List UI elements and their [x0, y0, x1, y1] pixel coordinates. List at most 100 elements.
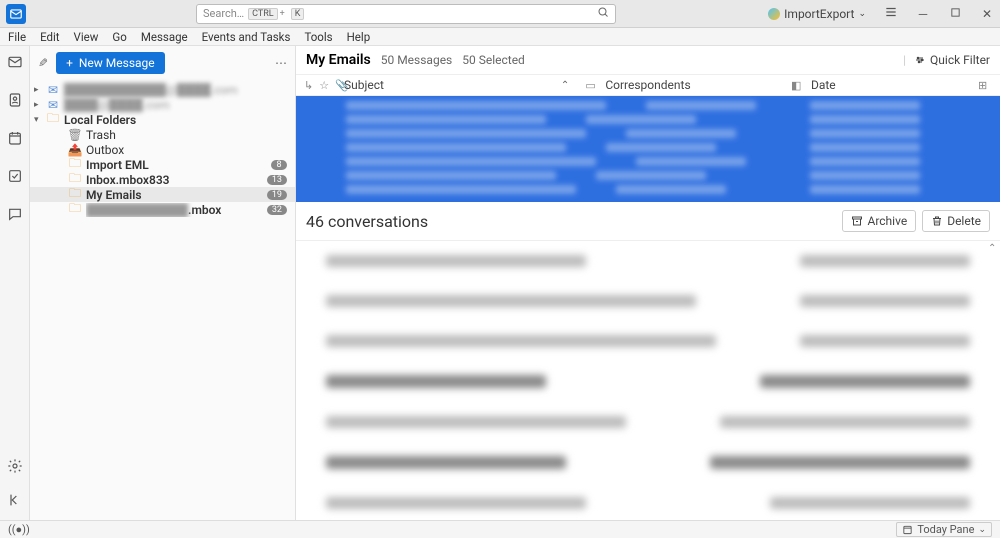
more-icon[interactable]: ⋯ [275, 56, 287, 70]
chevron-down-icon: ▾ [34, 115, 42, 125]
search-input[interactable]: Search… CTRL + K [196, 4, 616, 24]
selected-count: 50 Selected [462, 53, 525, 67]
conversation-row[interactable] [296, 321, 1000, 361]
conversation-row[interactable] [296, 402, 1000, 442]
conversation-row[interactable] [296, 442, 1000, 483]
unread-badge: 8 [271, 160, 287, 170]
hamburger-icon[interactable] [884, 5, 898, 22]
folder-pane: ✎ + New Message ⋯ ▸ ✉ ████████████@████.… [30, 46, 296, 520]
search-placeholder: Search… [203, 7, 244, 20]
mbox-row[interactable]: 🗀 ████████████.mbox 32 [30, 202, 295, 217]
status-bar: ((●)) Today Pane ⌄ [0, 520, 1000, 538]
delete-label: Delete [947, 214, 981, 228]
settings-icon[interactable] [7, 458, 23, 478]
kbd-ctrl: CTRL [248, 8, 278, 20]
chevron-down-icon: ⌄ [978, 525, 986, 535]
unread-badge: 19 [267, 190, 287, 200]
conversation-list[interactable]: ⌃ [296, 241, 1000, 520]
subject-column[interactable]: Subject ⌃ [344, 78, 585, 92]
inbox-mbox-label: Inbox.mbox833 [86, 173, 263, 187]
new-message-button[interactable]: + New Message [56, 52, 165, 74]
correspondents-label: Correspondents [605, 78, 690, 92]
mail-account-icon: ✉ [46, 83, 60, 97]
my-emails-label: My Emails [86, 188, 263, 202]
date-column[interactable]: Date [811, 78, 978, 92]
star-col-icon[interactable]: ☆ [319, 79, 329, 92]
chat-icon[interactable] [7, 206, 23, 226]
import-export-label: ImportExport [784, 7, 854, 21]
account-row[interactable]: ▸ ✉ ████████████@████.com [30, 82, 295, 97]
unread-badge: 32 [267, 205, 287, 215]
connection-icon[interactable]: ((●)) [8, 523, 30, 536]
read-col-icon[interactable]: ▭ [585, 79, 605, 92]
new-message-label: New Message [79, 56, 155, 70]
import-eml-label: Import EML [86, 158, 267, 172]
account-label: ████████████@████.com [64, 83, 287, 97]
column-picker-icon[interactable]: ⊞ [978, 79, 992, 92]
chevron-down-icon: ⌄ [858, 9, 866, 19]
kbd-k: K [291, 8, 305, 20]
tag-col-icon[interactable]: ◧ [791, 79, 811, 92]
compose-icon[interactable]: ✎ [38, 56, 48, 70]
delete-button[interactable]: Delete [922, 210, 990, 232]
search-icon[interactable] [597, 6, 609, 21]
mbox-label: ████████████.mbox [86, 203, 263, 217]
calendar-icon[interactable] [7, 130, 23, 150]
account-row[interactable]: ▸ ✉ ████@████.com [30, 97, 295, 112]
address-book-icon[interactable] [7, 92, 23, 112]
quick-filter-label: Quick Filter [930, 53, 990, 67]
archive-label: Archive [867, 214, 907, 228]
app-icon[interactable] [6, 4, 26, 24]
conversation-row[interactable] [296, 361, 1000, 402]
local-folders-label: Local Folders [64, 113, 287, 127]
plus-icon: + [66, 56, 73, 70]
menu-message[interactable]: Message [141, 30, 188, 44]
conversation-row[interactable] [296, 281, 1000, 321]
subject-label: Subject [344, 78, 384, 92]
menu-edit[interactable]: Edit [40, 30, 59, 44]
message-count: 50 Messages [381, 53, 453, 67]
today-pane-button[interactable]: Today Pane ⌄ [896, 522, 992, 537]
conversation-row[interactable] [296, 483, 1000, 520]
menu-tools[interactable]: Tools [304, 30, 332, 44]
folder-title: My Emails [306, 52, 371, 68]
archive-button[interactable]: Archive [842, 210, 916, 232]
kbd-plus: + [280, 9, 285, 19]
rail [0, 46, 30, 520]
close-button[interactable]: ✕ [980, 7, 994, 21]
import-export-icon [768, 8, 780, 20]
folder-icon: 🗀 [68, 199, 82, 220]
maximize-button[interactable] [948, 7, 962, 21]
collapse-icon[interactable] [7, 492, 23, 512]
thread-col-icon[interactable]: ↳ [304, 79, 313, 92]
trash-label: Trash [86, 128, 287, 142]
menu-events[interactable]: Events and Tasks [202, 30, 291, 44]
trash-row[interactable]: 🗑 Trash [30, 127, 295, 142]
import-export-button[interactable]: ImportExport ⌄ [768, 7, 866, 21]
tasks-icon[interactable] [7, 168, 23, 188]
separator: | [903, 53, 906, 67]
calendar-small-icon [902, 524, 913, 535]
quick-filter-button[interactable]: | Quick Filter [903, 53, 990, 67]
sort-asc-icon: ⌃ [561, 80, 569, 91]
menu-file[interactable]: File [8, 30, 26, 44]
trash-icon: 🗑 [68, 128, 82, 142]
today-pane-label: Today Pane [917, 523, 974, 536]
filter-icon [914, 54, 926, 66]
minimize-button[interactable]: ─ [916, 7, 930, 21]
mail-tab-icon[interactable] [7, 54, 23, 74]
chevron-right-icon: ▸ [34, 85, 42, 95]
menu-help[interactable]: Help [347, 30, 371, 44]
menu-go[interactable]: Go [112, 30, 126, 44]
date-label: Date [811, 78, 836, 92]
local-folders-row[interactable]: ▾ 🗀 Local Folders [30, 112, 295, 127]
conversation-row[interactable] [296, 241, 1000, 281]
message-list-selected[interactable] [296, 96, 1000, 202]
correspondents-column[interactable]: Correspondents [605, 78, 791, 92]
menu-view[interactable]: View [74, 30, 99, 44]
conversation-title: 46 conversations [306, 212, 428, 231]
outbox-label: Outbox [86, 143, 287, 157]
column-headers: ↳ ☆ 📎 Subject ⌃ ▭ Correspondents ◧ Date … [296, 75, 1000, 96]
delete-icon [931, 215, 943, 227]
account-label: ████@████.com [64, 98, 287, 112]
